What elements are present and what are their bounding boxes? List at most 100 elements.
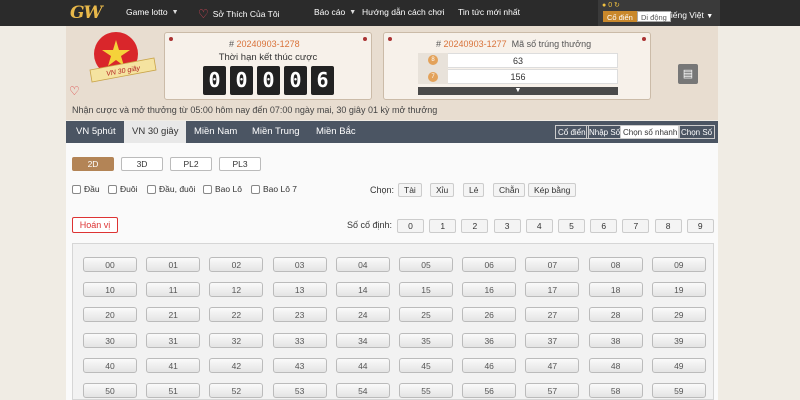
- number-button[interactable]: 06: [462, 257, 517, 272]
- checkbox-box[interactable]: [147, 184, 156, 194]
- number-button[interactable]: 36: [462, 332, 517, 348]
- mode-classic-button[interactable]: Cổ điển: [603, 11, 637, 22]
- number-button[interactable]: 48: [588, 357, 643, 373]
- number-button[interactable]: 20: [83, 307, 137, 323]
- number-button[interactable]: 16: [462, 282, 517, 298]
- nav-reports[interactable]: Báo cáo ▼: [314, 7, 356, 17]
- nav-favorites[interactable]: ♡ Sở Thích Của Tôi: [198, 7, 279, 21]
- nav-guide[interactable]: Hướng dẫn cách chơi: [362, 7, 445, 17]
- pick-kep-bang-button[interactable]: Kép bằng: [528, 183, 577, 197]
- subtab-nhap-so[interactable]: Nhập Số: [586, 125, 624, 139]
- fixed-digit-button[interactable]: 8: [654, 219, 682, 233]
- number-button[interactable]: 18: [588, 282, 643, 298]
- number-button[interactable]: 41: [146, 357, 201, 373]
- pick-chan-button[interactable]: Chẵn: [493, 183, 526, 197]
- type-2d-button[interactable]: 2D: [72, 157, 114, 171]
- number-button[interactable]: 39: [651, 332, 706, 348]
- subtab-co-dien[interactable]: Cổ điển: [555, 125, 589, 139]
- number-button[interactable]: 26: [462, 307, 517, 323]
- number-button[interactable]: 01: [146, 257, 201, 272]
- number-button[interactable]: 50: [83, 383, 137, 398]
- user-balance[interactable]: ● 0 ↻: [602, 1, 620, 9]
- number-button[interactable]: 08: [588, 257, 643, 272]
- subtab-chon-so-nhanh[interactable]: Chọn số nhanh: [620, 125, 681, 139]
- tab-mien-nam[interactable]: Miền Nam: [186, 121, 245, 143]
- tab-vn-30-giay[interactable]: VN 30 giây: [124, 121, 187, 143]
- number-button[interactable]: 10: [83, 282, 137, 298]
- number-button[interactable]: 12: [209, 282, 264, 298]
- number-button[interactable]: 38: [588, 332, 643, 348]
- number-button[interactable]: 55: [399, 383, 453, 398]
- site-logo[interactable]: GW: [70, 3, 112, 23]
- fixed-digit-button[interactable]: 2: [461, 219, 489, 233]
- fixed-digit-button[interactable]: 7: [622, 219, 650, 233]
- fixed-digit-button[interactable]: 1: [429, 219, 457, 233]
- pick-tai-button[interactable]: Tài: [398, 183, 422, 197]
- fixed-digit-button[interactable]: 5: [558, 219, 585, 233]
- checkbox-bao-lo[interactable]: Bao Lô: [203, 184, 242, 194]
- number-button[interactable]: 02: [209, 257, 264, 272]
- number-button[interactable]: 35: [399, 332, 453, 348]
- number-button[interactable]: 13: [272, 282, 327, 298]
- number-button[interactable]: 32: [209, 332, 264, 348]
- fixed-digit-button[interactable]: 3: [493, 219, 521, 233]
- fixed-digit-button[interactable]: 0: [397, 219, 424, 233]
- number-button[interactable]: 19: [651, 282, 706, 298]
- number-button[interactable]: 21: [146, 307, 201, 323]
- number-button[interactable]: 05: [399, 257, 453, 272]
- number-button[interactable]: 44: [335, 357, 390, 373]
- number-button[interactable]: 33: [272, 332, 327, 348]
- checkbox-bao-lo-7[interactable]: Bao Lô 7: [251, 184, 297, 194]
- number-button[interactable]: 43: [272, 357, 327, 373]
- number-button[interactable]: 29: [651, 307, 706, 323]
- subtab-chon-so[interactable]: Chọn Số: [678, 125, 716, 139]
- tab-mien-trung[interactable]: Miền Trung: [244, 121, 308, 143]
- number-button[interactable]: 14: [335, 282, 390, 298]
- number-button[interactable]: 40: [83, 357, 137, 373]
- type-pl3-button[interactable]: PL3: [219, 157, 261, 171]
- permutation-button[interactable]: Hoán vị: [72, 217, 118, 233]
- language-select[interactable]: Tiếng Việt ▼: [666, 10, 713, 20]
- number-button[interactable]: 47: [525, 357, 580, 373]
- favorite-heart-icon[interactable]: ♡: [69, 84, 80, 98]
- checkbox-box[interactable]: [108, 184, 117, 194]
- type-pl2-button[interactable]: PL2: [170, 157, 212, 171]
- tab-mien-bac[interactable]: Miền Bắc: [308, 121, 364, 143]
- number-button[interactable]: 31: [146, 332, 201, 348]
- nav-news[interactable]: Tin tức mới nhất: [458, 7, 520, 17]
- number-button[interactable]: 45: [399, 357, 453, 373]
- number-button[interactable]: 15: [399, 282, 453, 298]
- number-button[interactable]: 49: [651, 357, 706, 373]
- expand-results-button[interactable]: ▼: [418, 87, 618, 95]
- number-button[interactable]: 34: [335, 332, 390, 348]
- pick-xiu-button[interactable]: Xỉu: [430, 183, 455, 197]
- number-button[interactable]: 52: [209, 383, 264, 398]
- number-button[interactable]: 24: [335, 307, 390, 323]
- number-button[interactable]: 42: [209, 357, 264, 373]
- checkbox-dau-duoi[interactable]: Đầu, đuôi: [147, 184, 195, 194]
- number-button[interactable]: 30: [83, 332, 137, 348]
- number-button[interactable]: 22: [209, 307, 264, 323]
- number-button[interactable]: 56: [462, 383, 517, 398]
- number-button[interactable]: 51: [146, 383, 201, 398]
- number-button[interactable]: 27: [525, 307, 580, 323]
- nav-game-lotto[interactable]: Game lotto ▼: [126, 7, 179, 17]
- number-button[interactable]: 59: [651, 383, 706, 398]
- number-button[interactable]: 28: [588, 307, 643, 323]
- history-document-icon[interactable]: ▤: [678, 64, 698, 84]
- number-button[interactable]: 37: [525, 332, 580, 348]
- pick-le-button[interactable]: Lẻ: [463, 183, 485, 197]
- checkbox-box[interactable]: [203, 184, 212, 194]
- number-button[interactable]: 00: [83, 257, 137, 272]
- number-button[interactable]: 46: [462, 357, 517, 373]
- number-button[interactable]: 53: [272, 383, 327, 398]
- checkbox-duoi[interactable]: Đuôi: [108, 184, 137, 194]
- number-button[interactable]: 25: [399, 307, 453, 323]
- number-button[interactable]: 54: [335, 383, 390, 398]
- fixed-digit-button[interactable]: 9: [686, 219, 714, 233]
- checkbox-box[interactable]: [72, 184, 81, 194]
- refresh-icon[interactable]: ↻: [614, 2, 620, 9]
- checkbox-box[interactable]: [251, 184, 260, 194]
- number-button[interactable]: 23: [272, 307, 327, 323]
- type-3d-button[interactable]: 3D: [121, 157, 163, 171]
